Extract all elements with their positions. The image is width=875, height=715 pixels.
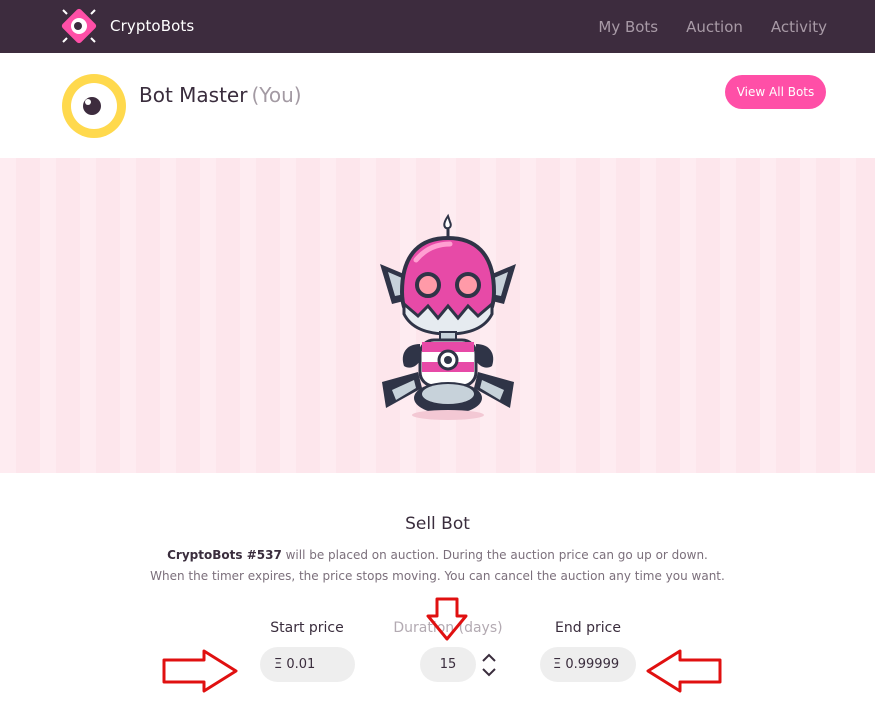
sell-desc-line1: CryptoBots #537 will be placed on auctio… [0,545,875,566]
red-arrow-icon [426,597,468,641]
profile-username: Bot Master [139,83,248,107]
brand-name: CryptoBots [110,17,195,35]
bot-name: CryptoBots #537 [167,548,282,562]
cryptobots-logo-icon [61,8,97,44]
chevron-up-down-icon[interactable] [480,651,498,679]
bot-showcase [0,158,875,473]
robot-image [380,213,516,420]
sell-desc-line2: When the timer expires, the price stops … [150,569,725,583]
main-nav: My Bots Auction Activity [570,0,827,53]
view-all-bots-button[interactable]: View All Bots [725,75,826,109]
start-price-input[interactable] [260,647,355,682]
top-navbar: CryptoBots My Bots Auction Activity [0,0,875,53]
nav-activity[interactable]: Activity [771,18,827,36]
nav-my-bots[interactable]: My Bots [598,18,658,36]
end-price-input[interactable] [540,647,636,682]
sell-title: Sell Bot [405,514,470,534]
sell-description: CryptoBots #537 will be placed on auctio… [0,545,875,587]
nav-auction[interactable]: Auction [686,18,743,36]
red-arrow-icon [646,649,722,693]
profile-name: Bot Master (You) [139,83,302,107]
duration-input[interactable] [420,647,476,682]
start-price-label: Start price [270,620,344,636]
red-arrow-icon [162,649,238,693]
brand[interactable]: CryptoBots [60,7,194,45]
profile-you-tag: (You) [251,83,302,107]
eye-avatar-icon [62,74,126,138]
end-price-label: End price [555,620,621,636]
profile-header: Bot Master (You) View All Bots [0,53,875,158]
sell-desc-line1-text: will be placed on auction. During the au… [281,548,708,562]
